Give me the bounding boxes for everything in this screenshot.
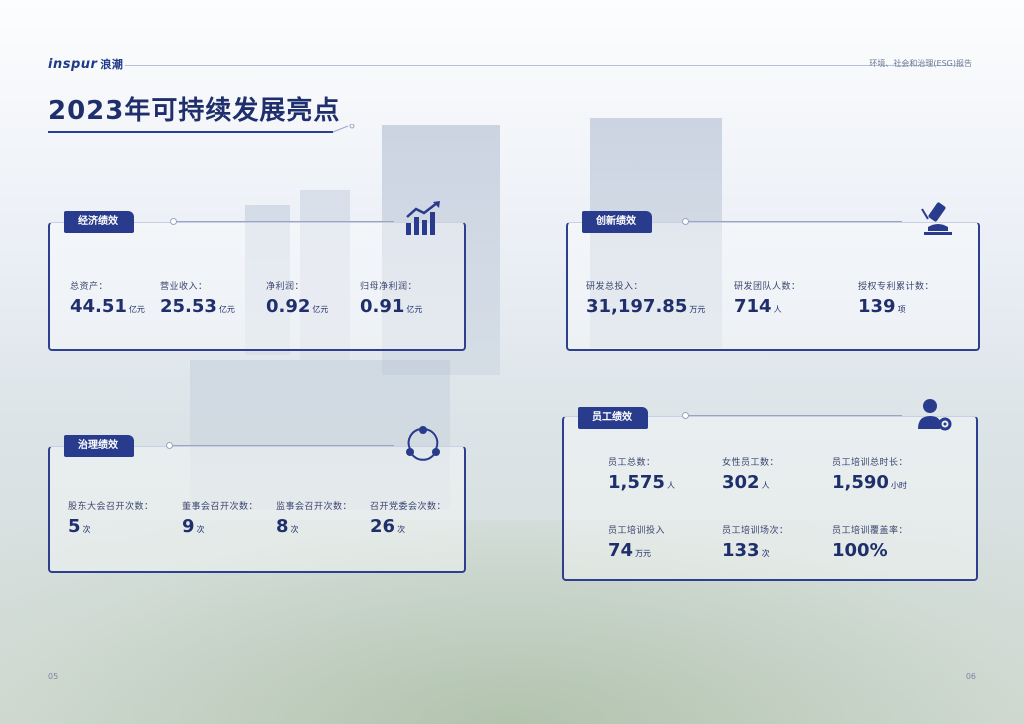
metric-net-profit: 净利润： 0.92 亿元 [266, 279, 328, 317]
metric-label: 员工培训投入 [608, 526, 666, 536]
tab-connector [166, 442, 394, 449]
metric-value: 302 [722, 472, 760, 493]
economic-performance-card: 经济绩效 总资产： 44.51 亿元 营业收入： 25.53 亿元 净利润： 0.9… [48, 201, 466, 351]
metric-label: 净利润： [266, 282, 305, 292]
metric-female-employees: 女性员工数： 302 人 [722, 455, 779, 493]
metric-unit: 小时 [890, 481, 907, 490]
metric-value: 31,197.85 [586, 296, 688, 317]
card-tab: 治理绩效 [64, 435, 134, 457]
metric-unit: 亿元 [128, 305, 145, 314]
user-gear-icon [918, 399, 952, 431]
metric-label: 员工培训场次： [722, 526, 789, 536]
metric-unit: 万元 [689, 305, 706, 314]
metric-value: 44.51 [70, 296, 127, 317]
metric-label: 营业收入： [160, 282, 208, 292]
report-name: 环境、社会和治理(ESG)报告 [869, 59, 972, 68]
innovation-performance-card: 创新绩效 研发总投入： 31,197.85 万元 研发团队人数： 714 人 授权专… [566, 202, 980, 351]
metric-unit: 亿元 [406, 305, 423, 314]
metric-value: 0.91 [360, 296, 405, 317]
metric-training-coverage: 员工培训覆盖率： 100% [832, 523, 908, 561]
metric-unit: 人 [666, 481, 675, 490]
metric-label: 研发团队人数： [734, 282, 801, 292]
metric-label: 研发总投入： [586, 282, 644, 292]
metric-unit: 亿元 [218, 305, 235, 314]
title-underline [48, 124, 355, 133]
metric-value: 714 [734, 296, 772, 317]
metric-value: 74 [608, 540, 634, 561]
tab-connector [170, 218, 394, 225]
metric-label: 员工培训覆盖率： [832, 526, 909, 536]
metric-training-investment: 员工培训投入 74 万元 [608, 523, 665, 561]
card-tab: 经济绩效 [64, 211, 134, 233]
page-number-left: 05 [48, 672, 59, 681]
metric-training-sessions: 员工培训场次： 133 次 [722, 523, 789, 561]
metric-unit: 万元 [635, 549, 652, 558]
metric-label: 女性员工数： [722, 458, 780, 468]
governance-performance-card: 治理绩效 股东大会召开次数： 5次 董事会召开次数： 9次 监事会召开次数： 8… [48, 426, 466, 573]
logo-en: inspur [48, 57, 98, 72]
metric-value: 1,575 [608, 472, 665, 493]
metric-label: 授权专利累计数： [858, 282, 935, 292]
metric-unit: 亿元 [312, 305, 329, 314]
metric-unit: 人 [773, 305, 782, 314]
metric-rd-investment: 研发总投入： 31,197.85 万元 [586, 279, 705, 317]
metric-unit: 次 [196, 525, 205, 534]
metric-value: 100% [832, 540, 888, 561]
metric-label: 员工培训总时长： [832, 458, 909, 468]
metric-label: 董事会召开次数： [182, 502, 259, 512]
tab-connector [682, 412, 902, 419]
metric-value: 139 [858, 296, 896, 317]
metric-value: 8 [276, 516, 289, 537]
metric-value: 5 [68, 516, 81, 537]
microscope-icon [921, 202, 952, 235]
brand-logo: inspur 浪潮 [48, 56, 123, 72]
metric-unit: 次 [82, 525, 91, 534]
metric-revenue: 营业收入： 25.53 亿元 [160, 279, 235, 317]
metric-shareholder-meetings: 股东大会召开次数： 5次 [68, 499, 154, 537]
metric-value: 133 [722, 540, 760, 561]
metric-unit: 项 [897, 305, 906, 314]
metric-parent-net-profit: 归母净利润： 0.91 亿元 [360, 279, 422, 317]
metric-label: 总资产： [70, 282, 109, 292]
metric-unit: 次 [761, 549, 770, 558]
metric-total-assets: 总资产： 44.51 亿元 [70, 279, 145, 317]
metric-value: 26 [370, 516, 396, 537]
metric-label: 归母净利润： [360, 282, 418, 292]
metric-supervisory-meetings: 监事会召开次数： 8次 [276, 499, 352, 537]
metric-value: 0.92 [266, 296, 311, 317]
metric-training-hours: 员工培训总时长： 1,590 小时 [832, 455, 908, 493]
metric-total-employees: 员工总数： 1,575 人 [608, 455, 675, 493]
metric-value: 1,590 [832, 472, 889, 493]
metric-rd-team: 研发团队人数： 714 人 [734, 279, 801, 317]
card-tab: 创新绩效 [582, 211, 652, 233]
metric-unit: 人 [761, 481, 770, 490]
bar-chart-growth-icon [406, 201, 440, 235]
metric-board-meetings: 董事会召开次数： 9次 [182, 499, 258, 537]
page-title: 2023年可持续发展亮点 [48, 96, 341, 126]
header-divider [125, 65, 964, 66]
metric-party-meetings: 召开党委会次数： 26 次 [370, 499, 446, 537]
network-nodes-icon [406, 426, 440, 461]
page-number-right: 06 [965, 672, 976, 681]
metric-unit: 次 [397, 525, 406, 534]
card-tab: 员工绩效 [578, 407, 648, 429]
metric-label: 召开党委会次数： [370, 502, 447, 512]
metric-unit: 次 [290, 525, 299, 534]
employee-performance-card: 员工绩效 员工总数： 1,575 人 女性员工数： 302 人 员工培训总时长： 1… [562, 399, 978, 581]
metric-label: 员工总数： [608, 458, 656, 468]
metric-value: 25.53 [160, 296, 217, 317]
metric-label: 股东大会召开次数： [68, 502, 154, 512]
tab-connector [682, 218, 902, 225]
metric-patents: 授权专利累计数： 139 项 [858, 279, 934, 317]
metric-label: 监事会召开次数： [276, 502, 353, 512]
metric-value: 9 [182, 516, 195, 537]
logo-cn: 浪潮 [100, 58, 124, 71]
